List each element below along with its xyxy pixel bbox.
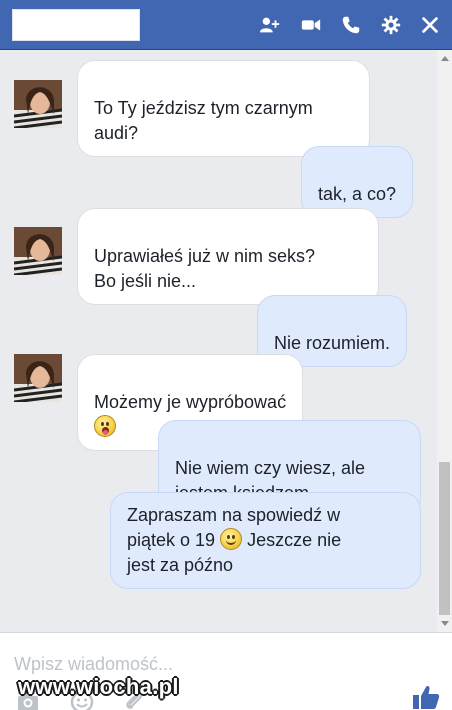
message-text: tak, a co? [318,184,397,204]
settings-gear-icon[interactable] [380,14,402,36]
close-icon[interactable] [419,14,441,36]
contact-avatar[interactable] [14,354,62,402]
outgoing-message-bubble[interactable]: Zapraszam na spowiedź w piątek o 19 Jesz… [110,492,421,589]
video-call-icon[interactable] [300,14,322,36]
contact-avatar[interactable] [14,80,62,128]
scroll-up-arrow[interactable] [441,56,449,61]
thumbs-up-icon[interactable] [412,684,440,710]
scrollbar[interactable] [437,50,452,632]
scroll-thumb[interactable] [439,462,450,615]
incoming-message-bubble[interactable]: To Ty jeździsz tym czarnym audi? [77,60,370,157]
contact-name-box[interactable] [12,9,140,41]
message-text: Możemy je wypróbować [94,392,287,412]
contact-avatar[interactable] [14,227,62,275]
scroll-down-arrow[interactable] [441,621,449,626]
watermark: www.wiocha.pl [18,674,179,699]
chat-header [0,0,452,50]
add-person-icon[interactable] [259,14,281,36]
smile-emoji-icon [220,528,243,550]
incoming-message-bubble[interactable]: Uprawiałeś już w nim seks? Bo jeśli nie.… [77,208,379,305]
message-text: To Ty jeździsz tym czarnym audi? [94,98,313,143]
phone-icon[interactable] [340,14,362,36]
message-text: Nie rozumiem. [274,333,391,353]
message-text: Uprawiałeś już w nim seks? Bo jeśli nie.… [94,246,316,291]
tongue-emoji-icon [94,415,116,437]
